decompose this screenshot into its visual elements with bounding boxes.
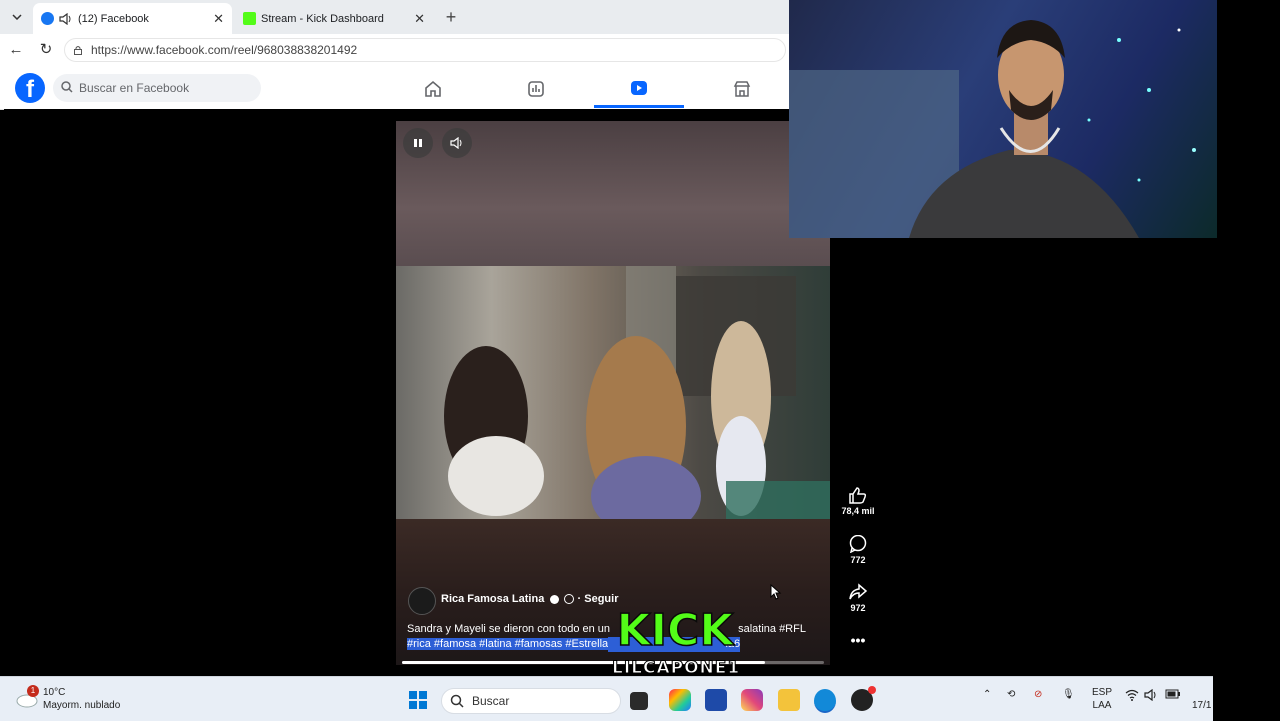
facebook-logo-icon[interactable]: f — [15, 73, 45, 103]
streamer-name: LILCAPONE1 — [611, 658, 741, 679]
globe-icon — [564, 594, 575, 605]
nav-home[interactable] — [388, 70, 478, 108]
search-icon — [61, 80, 73, 96]
file-explorer-icon[interactable] — [778, 689, 800, 711]
close-tab-icon[interactable]: ✕ — [213, 11, 224, 27]
task-view-icon[interactable] — [630, 692, 648, 710]
tab-facebook[interactable]: (12) Facebook ✕ — [33, 3, 232, 34]
share-icon — [849, 583, 868, 600]
sync-icon[interactable]: ⟲ — [1007, 689, 1015, 700]
url-field[interactable]: https://www.facebook.com/reel/9680388382… — [64, 38, 786, 62]
kick-favicon-icon — [243, 12, 256, 25]
facebook-search-input[interactable]: Buscar en Facebook — [53, 74, 261, 102]
close-tab-icon[interactable]: ✕ — [414, 11, 425, 27]
store-icon[interactable] — [705, 689, 727, 711]
page-avatar[interactable] — [408, 587, 436, 615]
tab-title: (12) Facebook — [78, 12, 149, 25]
marketplace-icon — [733, 81, 751, 97]
language-indicator[interactable]: ESP LAA — [1092, 686, 1112, 712]
tab-title: Stream - Kick Dashboard — [261, 12, 384, 25]
page-name-row: Rica Famosa Latina · Seguir — [441, 593, 618, 605]
follow-separator: · — [577, 593, 582, 605]
start-button[interactable] — [408, 690, 428, 710]
speaker-icon[interactable] — [59, 12, 73, 25]
video-scene — [396, 266, 830, 536]
taskbar-search-label: Buscar — [472, 694, 510, 708]
like-button[interactable]: 78,4 mil — [836, 486, 880, 516]
verified-badge-icon — [550, 594, 560, 604]
scene-figures — [444, 266, 830, 536]
mouse-cursor-icon — [770, 584, 782, 600]
nav-marketplace[interactable] — [697, 70, 787, 108]
new-tab-button[interactable]: + — [440, 6, 462, 28]
weather-widget[interactable]: 1 — [15, 685, 39, 708]
pause-button[interactable] — [403, 128, 433, 158]
tab-kick-dashboard[interactable]: Stream - Kick Dashboard ✕ — [235, 3, 433, 34]
speaker-icon — [450, 137, 462, 149]
url-text: https://www.facebook.com/reel/9680388382… — [91, 43, 358, 57]
copilot-icon[interactable] — [669, 689, 691, 711]
reel-video[interactable]: Rica Famosa Latina · Seguir Sandra y May… — [396, 121, 830, 665]
instagram-icon[interactable] — [741, 689, 763, 711]
notification-dot — [868, 686, 876, 694]
clock[interactable]: 17/1 — [1192, 700, 1211, 711]
caption-text-tail: salatina #RFL — [738, 623, 806, 635]
comment-count: 772 — [850, 555, 866, 565]
facebook-favicon-icon — [41, 12, 54, 25]
app-with-notification-icon[interactable] — [851, 686, 876, 711]
share-count: 972 — [850, 603, 866, 613]
microphone-icon[interactable]: 🎙 — [1062, 689, 1075, 700]
battery-icon[interactable] — [1165, 689, 1181, 702]
more-options-icon[interactable]: ••• — [836, 632, 880, 648]
back-arrow-icon[interactable]: ← — [6, 40, 26, 60]
like-count: 78,4 mil — [841, 506, 875, 516]
screen-edge — [1213, 676, 1280, 720]
nav-dashboard[interactable] — [491, 70, 581, 108]
language-bottom: LAA — [1092, 700, 1112, 711]
site-info-icon[interactable] — [73, 45, 83, 55]
reload-icon[interactable]: ↻ — [36, 40, 56, 60]
language-top: ESP — [1092, 687, 1113, 698]
dashboard-icon — [528, 81, 544, 97]
page-name[interactable]: Rica Famosa Latina — [441, 593, 544, 605]
webcam-overlay — [789, 0, 1217, 238]
comment-icon — [849, 535, 867, 553]
nav-reels[interactable] — [594, 70, 684, 108]
home-icon — [425, 80, 441, 97]
comment-button[interactable]: 772 — [836, 535, 880, 565]
search-icon — [450, 694, 464, 708]
weather-temperature: 10°C — [43, 687, 66, 698]
caption-hashtags[interactable]: #rica #famosa #latina #famosas #Estrella — [407, 638, 609, 650]
taskbar-search[interactable]: Buscar — [441, 688, 621, 714]
show-hidden-icons[interactable]: ⌃ — [983, 689, 991, 700]
kick-logo-text: KICK — [617, 605, 736, 652]
volume-button[interactable] — [442, 128, 472, 158]
search-placeholder: Buscar en Facebook — [79, 81, 190, 95]
volume-icon[interactable] — [1144, 688, 1158, 704]
edge-browser-icon[interactable] — [814, 689, 836, 713]
weather-badge: 1 — [27, 685, 39, 697]
share-button[interactable]: 972 — [836, 583, 880, 613]
pause-icon — [414, 139, 422, 147]
weather-description: Mayorm. nublado — [43, 700, 121, 711]
wifi-icon[interactable] — [1125, 689, 1139, 704]
windows-icon — [409, 691, 427, 709]
kick-logo-icon: KICK — [616, 605, 736, 652]
chevron-down-icon — [12, 14, 22, 20]
reels-icon — [631, 80, 647, 95]
tab-list-dropdown[interactable] — [6, 7, 28, 27]
security-icon[interactable]: ⊘ — [1034, 689, 1042, 700]
caption-text: Sandra y Mayeli se dieron con todo en un — [407, 623, 611, 635]
like-icon — [849, 487, 867, 504]
follow-button[interactable]: Seguir — [584, 593, 618, 605]
webcam-scene — [789, 20, 1196, 238]
